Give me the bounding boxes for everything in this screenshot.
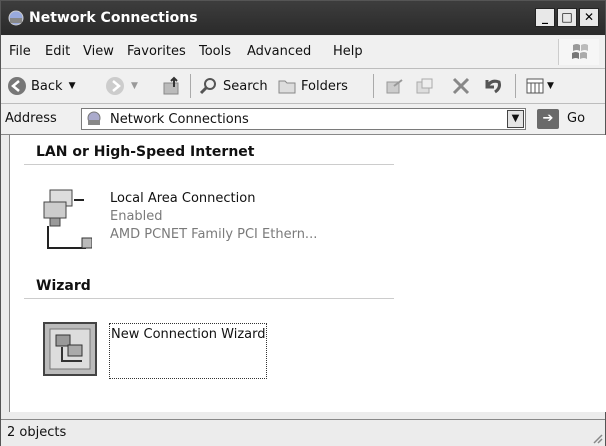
up-button[interactable]: [161, 75, 183, 97]
windows-logo-icon: [558, 39, 599, 65]
folder-up-icon: [163, 76, 179, 95]
views-button[interactable]: ▼: [525, 75, 554, 97]
menu-help[interactable]: Help: [333, 44, 363, 59]
address-bar: Address Network Connections ▼ ➔ Go: [1, 104, 605, 135]
move-to-icon: [386, 79, 403, 94]
folders-button[interactable]: Folders: [277, 75, 348, 97]
delete-icon: [452, 77, 470, 95]
item-device: AMD PCNET Family PCI Ethern...: [110, 227, 318, 242]
group-header-lan: LAN or High-Speed Internet: [36, 144, 255, 160]
network-connections-icon: [8, 10, 24, 26]
go-button[interactable]: Go: [567, 111, 585, 126]
search-label: Search: [223, 78, 268, 94]
address-value: Network Connections: [110, 112, 249, 127]
toolbar-separator: [373, 74, 374, 98]
address-field[interactable]: Network Connections ▼: [81, 108, 526, 130]
item-name: Local Area Connection: [110, 191, 256, 206]
network-connections-icon: [87, 111, 101, 125]
delete-button[interactable]: [451, 75, 471, 97]
forward-button[interactable]: ▼: [105, 75, 138, 97]
undo-icon: [485, 79, 501, 94]
search-icon: [199, 78, 216, 95]
address-label: Address: [5, 111, 57, 126]
folders-label: Folders: [301, 78, 348, 94]
back-label: Back: [31, 78, 63, 94]
wizard-item-name[interactable]: New Connection Wizard: [111, 327, 266, 342]
menu-bar: File Edit View Favorites Tools Advanced …: [1, 36, 605, 69]
resize-grip-icon[interactable]: [591, 432, 603, 444]
views-icon: [526, 78, 544, 94]
back-button[interactable]: Back ▼: [7, 75, 75, 97]
copy-to-icon: [416, 78, 433, 94]
toolbar-separator: [515, 74, 516, 98]
move-to-button[interactable]: [385, 75, 405, 97]
explorer-window: Network Connections _ □ ✕ File Edit View…: [0, 0, 606, 446]
group-divider: [24, 298, 394, 299]
item-status: Enabled: [110, 209, 163, 224]
back-arrow-icon: [8, 77, 26, 95]
toolbar-separator: [190, 74, 191, 98]
menu-view[interactable]: View: [83, 44, 114, 59]
undo-button[interactable]: [481, 75, 503, 97]
window-title: Network Connections: [29, 10, 198, 26]
forward-dropdown-icon[interactable]: ▼: [131, 81, 138, 91]
status-bar: 2 objects: [1, 419, 605, 446]
go-arrow-icon[interactable]: ➔: [537, 109, 559, 129]
menu-file[interactable]: File: [9, 44, 31, 59]
views-dropdown-icon: ▼: [547, 81, 554, 91]
address-dropdown-button[interactable]: ▼: [507, 110, 524, 128]
lan-connection-icon: [43, 189, 92, 249]
menu-favorites[interactable]: Favorites: [127, 44, 186, 59]
title-bar[interactable]: Network Connections _ □ ✕: [1, 1, 605, 35]
forward-arrow-icon: [106, 77, 124, 95]
maximize-button[interactable]: □: [557, 8, 577, 27]
search-button[interactable]: Search: [199, 75, 268, 97]
status-text: 2 objects: [7, 425, 67, 440]
group-header-wizard: Wizard: [36, 278, 91, 294]
menu-edit[interactable]: Edit: [45, 44, 70, 59]
back-dropdown-icon[interactable]: ▼: [69, 81, 76, 91]
standard-toolbar: Back ▼ ▼ Search Folders ▼: [1, 69, 605, 104]
copy-to-button[interactable]: [415, 75, 435, 97]
file-list-pane: LAN or High-Speed Internet Local Area Co…: [9, 135, 606, 412]
folders-icon: [278, 80, 296, 94]
menu-advanced[interactable]: Advanced: [247, 44, 311, 59]
minimize-button[interactable]: _: [535, 8, 555, 27]
menu-tools[interactable]: Tools: [199, 44, 231, 59]
close-button[interactable]: ✕: [579, 8, 599, 27]
group-divider: [24, 164, 394, 165]
new-connection-wizard-icon: [43, 322, 97, 376]
